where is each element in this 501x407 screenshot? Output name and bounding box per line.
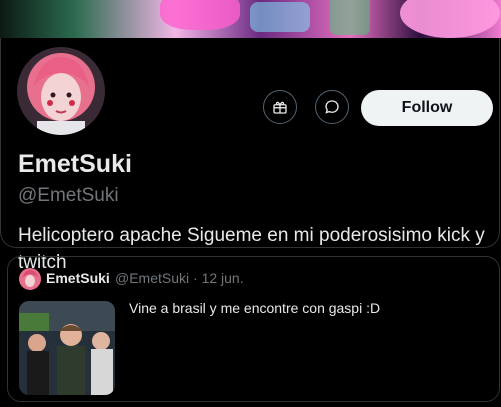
gift-button[interactable] — [263, 90, 297, 124]
banner-art — [160, 0, 240, 30]
quote-media-thumbnail[interactable] — [19, 301, 115, 395]
display-name: EmetSuki — [18, 150, 132, 178]
profile-header: Follow EmetSuki @EmetSuki Helicoptero ap… — [0, 38, 500, 273]
quoted-post[interactable]: EmetSuki @EmetSuki · 12 jun. Vine a bras… — [7, 256, 500, 402]
quote-text: Vine a brasil y me encontre con gaspi :D — [129, 300, 381, 316]
banner-art — [330, 0, 370, 35]
banner-art — [250, 2, 310, 32]
avatar-image — [19, 268, 41, 290]
quote-author-handle-date: @EmetSuki · 12 jun. — [115, 270, 244, 286]
gift-icon — [273, 101, 287, 114]
photo-thumbnail — [19, 301, 115, 395]
profile-avatar[interactable] — [14, 44, 108, 138]
profile-banner[interactable] — [0, 0, 501, 38]
quote-author-name: EmetSuki — [46, 270, 110, 286]
follow-button[interactable]: Follow — [361, 90, 493, 126]
message-button[interactable] — [315, 90, 349, 124]
banner-art — [400, 0, 500, 38]
avatar-image — [17, 47, 105, 135]
profile-handle: @EmetSuki — [18, 185, 119, 206]
quote-avatar[interactable] — [19, 268, 41, 290]
message-icon — [325, 100, 339, 114]
